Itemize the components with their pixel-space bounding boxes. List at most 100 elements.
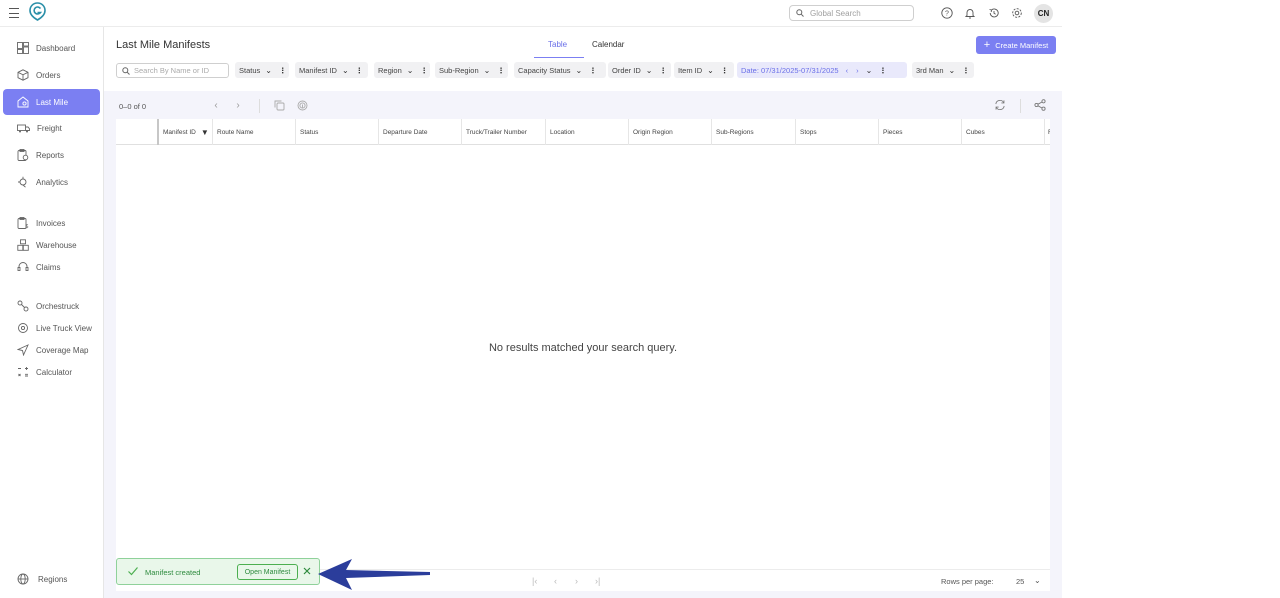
sidebar-item-label: Claims [36, 262, 61, 272]
user-avatar[interactable]: CN [1034, 4, 1053, 23]
sidebar-item-label: Regions [38, 574, 68, 584]
invoices-icon: $ [17, 217, 29, 229]
reports-icon [17, 149, 29, 161]
kebab-menu-icon[interactable]: ⋮ [420, 66, 428, 75]
sidebar-item-last-mile[interactable]: Last Mile [3, 89, 100, 115]
filter-date-range[interactable]: Date: 07/31/2025-07/31/2025 ‹ › ⌄ ⋮ [737, 62, 907, 78]
sidebar-item-regions[interactable]: Regions [3, 566, 100, 592]
rows-per-page-select[interactable]: 25 [1016, 577, 1024, 586]
close-icon[interactable] [302, 566, 312, 576]
first-page-icon[interactable]: |‹ [532, 576, 537, 586]
history-icon[interactable] [987, 6, 1001, 20]
copy-icon[interactable] [273, 99, 285, 111]
top-bar: Global Search ? CN [0, 0, 1062, 27]
filter-label: Status [239, 65, 261, 75]
filter-label: 3rd Man [916, 65, 944, 75]
prev-page-icon[interactable]: ‹ [554, 576, 557, 586]
coverage-map-icon [17, 344, 29, 356]
bell-icon[interactable] [963, 6, 977, 20]
svg-text:?: ? [945, 11, 949, 18]
kebab-menu-icon[interactable]: ⋮ [721, 66, 729, 75]
orchestruck-icon [17, 300, 29, 312]
next-page-icon[interactable]: › [575, 576, 578, 586]
sidebar-item-freight[interactable]: Freight [3, 115, 100, 141]
kebab-menu-icon[interactable]: ⋮ [962, 66, 970, 75]
search-icon [796, 9, 804, 17]
global-search-placeholder: Global Search [810, 8, 861, 18]
share-icon[interactable] [1034, 99, 1046, 111]
toolbar-divider [1020, 99, 1021, 113]
column-header-route-name[interactable]: Route Name [212, 119, 295, 145]
pagination-range: 0–0 of 0 [119, 102, 147, 111]
hamburger-menu-icon[interactable] [9, 8, 19, 18]
success-toast: Manifest created Open Manifest [116, 558, 320, 585]
column-header-truncated[interactable]: R [1044, 119, 1050, 145]
filter-label: Sub-Region [439, 65, 479, 75]
column-header-pieces[interactable]: Pieces [878, 119, 961, 145]
sidebar-item-analytics[interactable]: Analytics [3, 169, 100, 195]
column-header-location[interactable]: Location [545, 119, 628, 145]
dashboard-icon [17, 42, 29, 54]
column-header-cubes[interactable]: Cubes [961, 119, 1044, 145]
chevron-down-icon[interactable]: ⌄ [866, 66, 873, 75]
filter-3rd-man[interactable]: 3rd Man ⌄ ⋮ [912, 62, 974, 78]
search-icon [122, 66, 130, 75]
column-header-stops[interactable]: Stops [795, 119, 878, 145]
tab-table[interactable]: Table [548, 40, 567, 49]
filter-sub-region[interactable]: Sub-Region ⌄ ⋮ [435, 62, 508, 78]
chevron-right-icon[interactable]: › [856, 66, 859, 75]
kebab-menu-icon[interactable]: ⋮ [279, 66, 287, 75]
table-panel: 0–0 of 0 ‹ › Manifest ID ▼ Route Name Sta… [104, 91, 1062, 598]
analytics-icon [18, 176, 27, 188]
column-header-departure-date[interactable]: Departure Date [378, 119, 461, 145]
kebab-menu-icon[interactable]: ⋮ [589, 66, 597, 75]
live-truck-icon [18, 323, 28, 333]
filter-manifest-id[interactable]: Manifest ID ⌄ ⋮ [295, 62, 368, 78]
column-header-origin-region[interactable]: Origin Region [628, 119, 711, 145]
filter-capacity-status[interactable]: Capacity Status ⌄ ⋮ [514, 62, 606, 78]
filter-status[interactable]: Status ⌄ ⋮ [235, 62, 289, 78]
filter-label: Order ID [612, 65, 641, 75]
filter-order-id[interactable]: Order ID ⌄ ⋮ [608, 62, 671, 78]
filter-label: Capacity Status [518, 65, 571, 75]
kebab-menu-icon[interactable]: ⋮ [659, 66, 667, 75]
chevron-down-icon[interactable]: ⌄ [1034, 576, 1041, 585]
column-header-sub-regions[interactable]: Sub-Regions [711, 119, 795, 145]
tab-calendar[interactable]: Calendar [592, 40, 624, 49]
open-manifest-button[interactable]: Open Manifest [237, 564, 298, 580]
global-search-input[interactable]: Global Search [789, 5, 914, 21]
sidebar-item-calculator[interactable]: Calculator [3, 359, 100, 385]
chevron-down-icon: ⌄ [645, 65, 653, 75]
filter-item-id[interactable]: Item ID ⌄ ⋮ [674, 62, 734, 78]
column-header-manifest-id[interactable]: Manifest ID ▼ [157, 119, 212, 145]
kebab-menu-icon[interactable]: ⋮ [879, 66, 887, 75]
page-title: Last Mile Manifests [116, 39, 211, 51]
sidebar-item-dashboard[interactable]: Dashboard [3, 35, 100, 61]
settings-icon[interactable] [1010, 6, 1024, 20]
kebab-menu-icon[interactable]: ⋮ [356, 66, 364, 75]
last-page-icon[interactable]: ›| [595, 576, 600, 586]
help-icon[interactable]: ? [940, 6, 954, 20]
sidebar-item-orders[interactable]: Orders [3, 62, 100, 88]
fingerprint-icon[interactable] [296, 99, 308, 111]
app-logo[interactable] [29, 2, 46, 21]
filter-region[interactable]: Region ⌄ ⋮ [374, 62, 430, 78]
sidebar-item-label: Live Truck View [36, 323, 92, 333]
column-header-truck-trailer-number[interactable]: Truck/Trailer Number [461, 119, 545, 145]
chevron-down-icon: ⌄ [341, 65, 349, 75]
column-header-status[interactable]: Status [295, 119, 378, 145]
chevron-right-icon[interactable]: › [232, 99, 244, 111]
table-header: Manifest ID ▼ Route Name Status Departure… [116, 119, 1050, 145]
create-manifest-button[interactable]: + Create Manifest [976, 36, 1056, 54]
chevron-down-icon: ⌄ [483, 65, 491, 75]
sidebar-item-label: Dashboard [36, 43, 76, 53]
sidebar-item-reports[interactable]: Reports [3, 142, 100, 168]
kebab-menu-icon[interactable]: ⋮ [497, 66, 505, 75]
toolbar-divider [259, 99, 260, 113]
sidebar-item-claims[interactable]: Claims [3, 254, 100, 280]
chevron-left-icon[interactable]: ‹ [210, 99, 222, 111]
sort-desc-icon[interactable]: ▼ [201, 128, 209, 137]
refresh-icon[interactable] [994, 99, 1006, 111]
chevron-left-icon[interactable]: ‹ [846, 66, 849, 75]
name-search-input[interactable]: Search By Name or ID [116, 63, 229, 78]
